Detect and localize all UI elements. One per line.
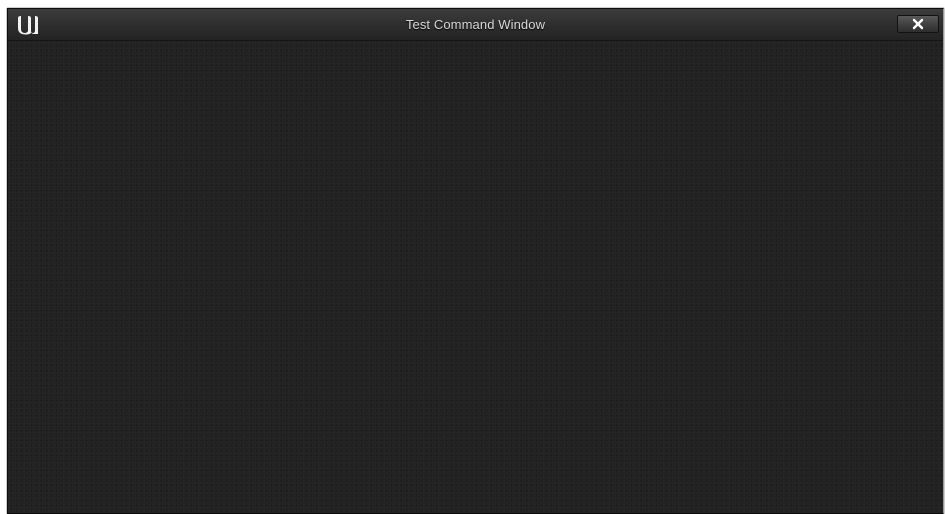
window-content-area xyxy=(8,41,943,513)
window-titlebar[interactable]: Test Command Window xyxy=(8,9,943,41)
test-command-window: Test Command Window xyxy=(7,8,944,514)
window-title: Test Command Window xyxy=(405,17,546,32)
close-icon xyxy=(912,18,924,30)
close-button[interactable] xyxy=(897,15,939,33)
